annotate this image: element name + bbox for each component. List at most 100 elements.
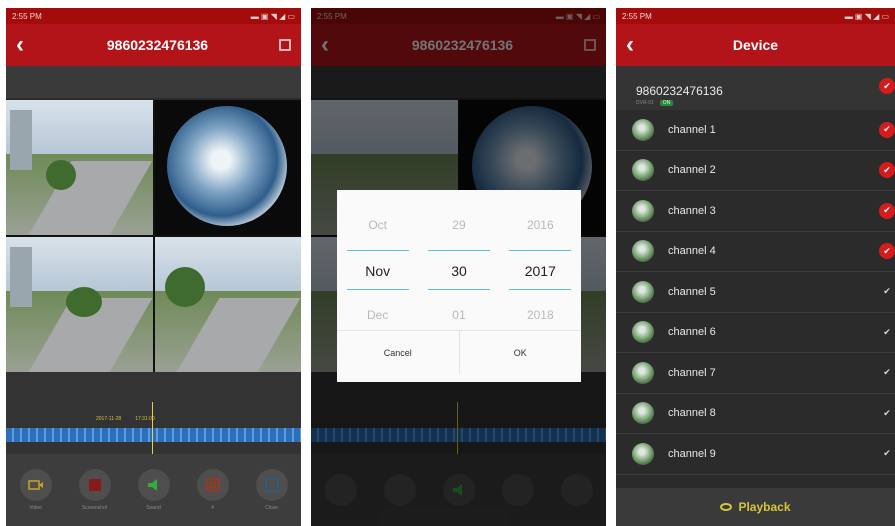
timeline-labels: 2017-11-28 17:31:00	[96, 416, 155, 422]
month-prev[interactable]: Oct	[368, 210, 387, 240]
day-selected[interactable]: 30	[427, 250, 490, 290]
building	[10, 110, 32, 170]
device-list: 9860232476136 DVR-01 ON ✔ channel 1 ✔ chan…	[616, 66, 895, 488]
year-selected[interactable]: 2017	[509, 250, 572, 290]
channel-row[interactable]: channel 5 ✔	[616, 272, 895, 313]
title-bar: ‹ Device	[616, 24, 895, 66]
month-selected[interactable]: Nov	[346, 250, 409, 290]
grid-button[interactable]: 4	[196, 469, 229, 511]
tree	[164, 267, 205, 307]
status-bar: 2:55 PM ▬ ▣ ◥ ◢ ▭	[616, 8, 895, 24]
channel-thumbnail	[632, 361, 654, 384]
calendar-icon[interactable]	[279, 39, 291, 51]
timeline-bar[interactable]	[6, 428, 301, 442]
channel-name: channel 2	[668, 164, 716, 177]
channel-thumbnail	[632, 321, 654, 344]
video-cell-2[interactable]	[154, 100, 301, 235]
device-meta: DVR-01 ON	[636, 100, 895, 106]
screenshot-icon	[78, 469, 111, 501]
year-prev[interactable]: 2016	[527, 210, 554, 240]
channel-checkbox[interactable]: ✔	[879, 405, 895, 421]
channel-thumbnail	[632, 159, 654, 182]
status-bar: 2:55 PM ▬ ▣ ◥ ◢ ▭	[6, 8, 301, 24]
sound-button[interactable]: Sound	[137, 469, 170, 511]
status-time: 2:55 PM	[12, 12, 42, 21]
channel-checkbox[interactable]: ✔	[879, 121, 895, 138]
channel-row[interactable]: channel 1 ✔	[616, 110, 895, 151]
channel-row[interactable]: channel 9 ✔	[616, 434, 895, 475]
video-cell-1[interactable]	[6, 100, 153, 235]
year-wheel[interactable]: 2016 2017 2018	[509, 210, 572, 330]
channel-checkbox[interactable]: ✔	[879, 202, 895, 219]
building	[10, 247, 32, 307]
channel-name: channel 9	[668, 447, 716, 460]
channel-checkbox[interactable]: ✔	[879, 446, 895, 462]
status-icons: ▬ ▣ ◥ ◢ ▭	[250, 12, 295, 21]
ok-button[interactable]: OK	[458, 331, 582, 374]
channel-name: channel 5	[668, 285, 716, 298]
video-icon	[19, 469, 52, 501]
month-wheel[interactable]: Oct Nov Dec	[346, 210, 409, 330]
channel-row[interactable]: channel 2 ✔	[616, 151, 895, 191]
page-title: Device	[732, 37, 779, 53]
status-icons: ▬ ▣ ◥ ◢ ▭	[844, 12, 889, 21]
control-bar: Video Screenshot Sound 4 Close	[6, 454, 301, 526]
channel-row[interactable]: channel 7 ✔	[616, 353, 895, 394]
channel-checkbox[interactable]: ✔	[879, 284, 895, 300]
close-button[interactable]: Close	[255, 469, 288, 511]
tree	[66, 287, 102, 317]
channel-checkbox[interactable]: ✔	[879, 365, 895, 381]
screenshot-button[interactable]: Screenshot	[78, 469, 111, 511]
status-time: 2:55 PM	[622, 12, 652, 21]
channel-name: channel 4	[668, 245, 716, 258]
timeline-cursor[interactable]	[152, 402, 153, 454]
status-badge: ON	[659, 100, 674, 106]
timeline-date: 2017-11-28	[96, 416, 122, 422]
video-cell-3[interactable]	[6, 237, 153, 372]
day-prev[interactable]: 29	[452, 210, 465, 240]
year-next[interactable]: 2018	[527, 300, 554, 330]
channel-row[interactable]: channel 3 ✔	[616, 191, 895, 232]
tree	[46, 160, 76, 190]
channel-checkbox[interactable]: ✔	[879, 243, 895, 260]
video-cell-4[interactable]	[154, 237, 301, 372]
channel-thumbnail	[632, 118, 654, 141]
sound-label: Sound	[146, 505, 161, 511]
channel-thumbnail	[632, 442, 654, 465]
back-icon[interactable]: ‹	[626, 31, 646, 59]
channel-name: channel 7	[668, 366, 716, 379]
channel-checkbox[interactable]: ✔	[879, 162, 895, 179]
playback-label: Playback	[738, 500, 791, 514]
playback-icon	[720, 503, 733, 511]
grid-icon	[196, 469, 229, 501]
timeline[interactable]: 2017-11-28 17:31:00	[6, 372, 301, 454]
device-header[interactable]: 9860232476136 DVR-01 ON ✔	[616, 66, 895, 110]
day-next[interactable]: 01	[452, 300, 465, 330]
channel-thumbnail	[632, 280, 654, 303]
video-label: Video	[29, 505, 42, 511]
close-icon	[255, 469, 288, 501]
device-sub: DVR-01	[636, 100, 654, 106]
device-checkbox[interactable]: ✔	[879, 78, 895, 94]
channel-name: channel 8	[668, 407, 716, 420]
channel-row[interactable]: channel 4 ✔	[616, 232, 895, 272]
channel-thumbnail	[632, 402, 654, 425]
channel-checkbox[interactable]: ✔	[879, 324, 895, 340]
cancel-button[interactable]: Cancel	[337, 331, 459, 374]
dialog-buttons: Cancel OK	[337, 330, 581, 374]
date-picker-dialog: Oct Nov Dec 29 30 01 2016 2017 2018 Canc…	[337, 190, 581, 382]
back-icon[interactable]: ‹	[16, 31, 36, 59]
fisheye-view	[166, 106, 287, 226]
channel-row[interactable]: channel 6 ✔	[616, 313, 895, 353]
top-band	[6, 66, 301, 98]
month-next[interactable]: Dec	[367, 300, 388, 330]
screenshot-label: Screenshot	[81, 505, 108, 511]
channel-name: channel 6	[668, 326, 716, 339]
day-wheel[interactable]: 29 30 01	[427, 210, 490, 330]
device-id: 9860232476136	[636, 84, 723, 98]
video-button[interactable]: Video	[19, 469, 52, 511]
channel-row[interactable]: channel 8 ✔	[616, 394, 895, 434]
playback-button[interactable]: Playback	[616, 488, 895, 526]
live-view-screen: 2:55 PM ▬ ▣ ◥ ◢ ▭ ‹ 9860232476136 2017-1…	[6, 8, 301, 526]
channel-name: channel 3	[668, 204, 716, 217]
